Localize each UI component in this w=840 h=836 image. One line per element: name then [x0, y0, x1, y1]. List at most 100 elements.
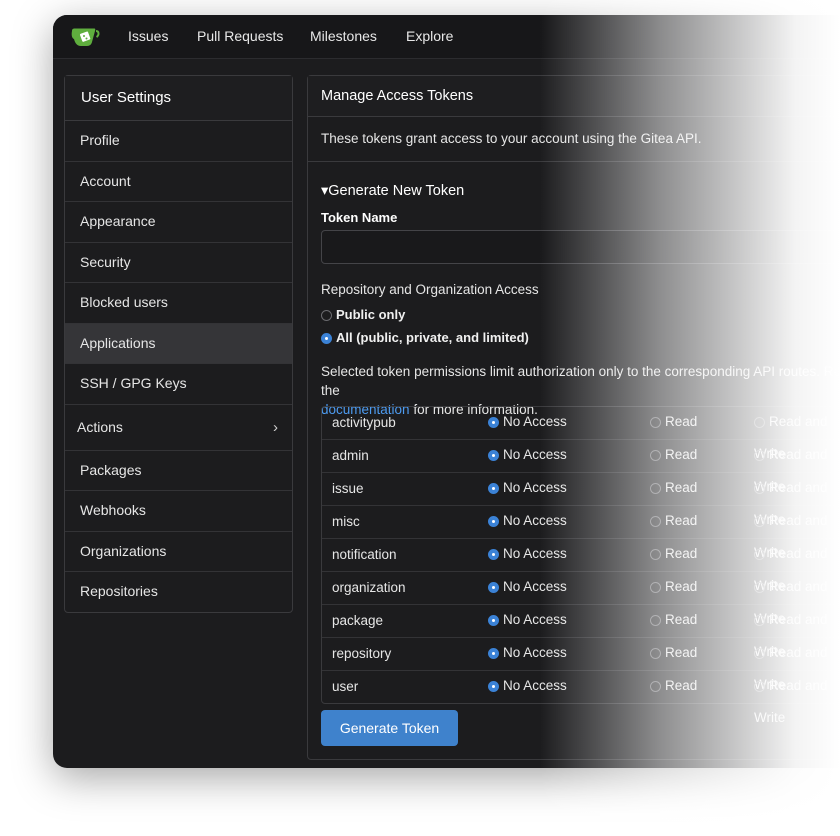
radio-selected-icon[interactable]: [488, 615, 499, 626]
sidebar-item-appearance[interactable]: Appearance: [65, 202, 292, 243]
permissions-table: activitypub No Access Read Read and Write ad…: [321, 406, 840, 725]
option-no-access[interactable]: No Access: [488, 505, 567, 537]
option-no-access[interactable]: No Access: [488, 406, 567, 438]
option-read[interactable]: Read: [650, 472, 697, 504]
sidebar-item-applications[interactable]: Applications: [65, 323, 292, 364]
token-name-input[interactable]: [321, 230, 840, 264]
nav-milestones[interactable]: Milestones: [310, 28, 377, 44]
option-no-access[interactable]: No Access: [488, 637, 567, 669]
permission-row: notification No Access Read Read and Write: [322, 538, 840, 593]
radio-empty-icon[interactable]: [650, 516, 661, 527]
option-no-access-label: No Access: [503, 480, 567, 495]
option-no-access[interactable]: No Access: [488, 439, 567, 471]
option-no-access[interactable]: No Access: [488, 670, 567, 702]
option-read[interactable]: Read: [650, 505, 697, 537]
radio-selected-icon[interactable]: [488, 582, 499, 593]
sidebar-item-organizations[interactable]: Organizations: [65, 532, 292, 572]
option-no-access[interactable]: No Access: [488, 538, 567, 570]
radio-empty-icon[interactable]: [754, 615, 765, 626]
radio-empty-icon[interactable]: [754, 417, 765, 428]
option-no-access-label: No Access: [503, 645, 567, 660]
radio-selected-icon[interactable]: [488, 648, 499, 659]
sidebar-item-profile[interactable]: Profile: [65, 121, 292, 162]
option-read-label: Read: [665, 645, 698, 660]
option-read[interactable]: Read: [650, 439, 697, 471]
sidebar-item-actions-label: Actions: [77, 418, 123, 435]
radio-empty-icon[interactable]: [650, 549, 661, 560]
radio-empty-icon[interactable]: [650, 582, 661, 593]
permission-row: activitypub No Access Read Read and Write: [322, 406, 840, 461]
radio-public-only-icon[interactable]: [321, 310, 332, 321]
permission-name: misc: [332, 514, 360, 529]
radio-all-icon[interactable]: [321, 333, 332, 344]
radio-empty-icon[interactable]: [754, 516, 765, 527]
radio-empty-icon[interactable]: [650, 648, 661, 659]
option-read-label: Read: [665, 546, 698, 561]
sidebar-item-security[interactable]: Security: [65, 243, 292, 283]
permission-name: admin: [332, 448, 369, 463]
radio-empty-icon[interactable]: [650, 450, 661, 461]
option-read-write-label: Read and Write: [754, 678, 828, 725]
radio-selected-icon[interactable]: [488, 681, 499, 692]
radio-public-only-label: Public only: [336, 307, 406, 322]
option-no-access[interactable]: No Access: [488, 571, 567, 603]
option-no-access[interactable]: No Access: [488, 604, 567, 636]
sidebar-item-webhooks[interactable]: Webhooks: [65, 491, 292, 532]
sidebar-item-packages[interactable]: Packages: [65, 451, 292, 491]
radio-empty-icon[interactable]: [650, 483, 661, 494]
option-read[interactable]: Read: [650, 637, 697, 669]
radio-empty-icon[interactable]: [650, 681, 661, 692]
access-tokens-panel: Manage Access Tokens These tokens grant …: [307, 75, 840, 760]
radio-selected-icon[interactable]: [488, 516, 499, 527]
nav-explore[interactable]: Explore: [406, 28, 453, 44]
option-read-label: Read: [665, 480, 698, 495]
radio-empty-icon[interactable]: [754, 450, 765, 461]
radio-empty-icon[interactable]: [754, 582, 765, 593]
nav-issues[interactable]: Issues: [128, 28, 168, 44]
permission-name: activitypub: [332, 415, 396, 430]
radio-empty-icon[interactable]: [754, 648, 765, 659]
radio-empty-icon[interactable]: [754, 549, 765, 560]
radio-selected-icon[interactable]: [488, 450, 499, 461]
nav-pull-requests[interactable]: Pull Requests: [197, 28, 283, 44]
radio-empty-icon[interactable]: [754, 483, 765, 494]
option-read[interactable]: Read: [650, 538, 697, 570]
sidebar-item-ssh-gpg-keys[interactable]: SSH / GPG Keys: [65, 364, 292, 405]
option-read[interactable]: Read: [650, 604, 697, 636]
radio-selected-icon[interactable]: [488, 483, 499, 494]
radio-empty-icon[interactable]: [754, 681, 765, 692]
generate-token-button[interactable]: Generate Token: [321, 710, 458, 746]
option-no-access[interactable]: No Access: [488, 472, 567, 504]
radio-empty-icon[interactable]: [650, 417, 661, 428]
permission-row: misc No Access Read Read and Write: [322, 505, 840, 560]
radio-all[interactable]: All (public, private, and limited): [321, 330, 529, 345]
permission-row: repository No Access Read Read and Write: [322, 637, 840, 692]
sidebar-item-actions[interactable]: Actions ›: [65, 405, 292, 451]
generate-token-heading[interactable]: ▾Generate New Token: [321, 183, 464, 199]
option-read-write[interactable]: Read and Write: [754, 670, 840, 734]
gitea-logo-icon[interactable]: [70, 25, 100, 49]
radio-selected-icon[interactable]: [488, 417, 499, 428]
option-read[interactable]: Read: [650, 670, 697, 702]
radio-public-only[interactable]: Public only: [321, 307, 405, 322]
permission-name: organization: [332, 580, 406, 595]
sidebar-item-repositories[interactable]: Repositories: [65, 572, 292, 612]
option-read[interactable]: Read: [650, 406, 697, 438]
sidebar-item-account[interactable]: Account: [65, 162, 292, 202]
permission-row: issue No Access Read Read and Write: [322, 472, 840, 527]
top-navbar: Issues Pull Requests Milestones Explore: [53, 15, 840, 59]
option-no-access-label: No Access: [503, 513, 567, 528]
option-no-access-label: No Access: [503, 546, 567, 561]
radio-all-label: All (public, private, and limited): [336, 330, 529, 345]
option-read[interactable]: Read: [650, 571, 697, 603]
panel-title: Manage Access Tokens: [308, 76, 840, 117]
permission-row: user No Access Read Read and Write: [322, 670, 840, 725]
permissions-info-text: Selected token permissions limit authori…: [321, 364, 840, 398]
permission-name: repository: [332, 646, 392, 661]
sidebar-title: User Settings: [65, 76, 292, 121]
radio-selected-icon[interactable]: [488, 549, 499, 560]
option-no-access-label: No Access: [503, 414, 567, 429]
option-no-access-label: No Access: [503, 579, 567, 594]
radio-empty-icon[interactable]: [650, 615, 661, 626]
sidebar-item-blocked-users[interactable]: Blocked users: [65, 283, 292, 324]
